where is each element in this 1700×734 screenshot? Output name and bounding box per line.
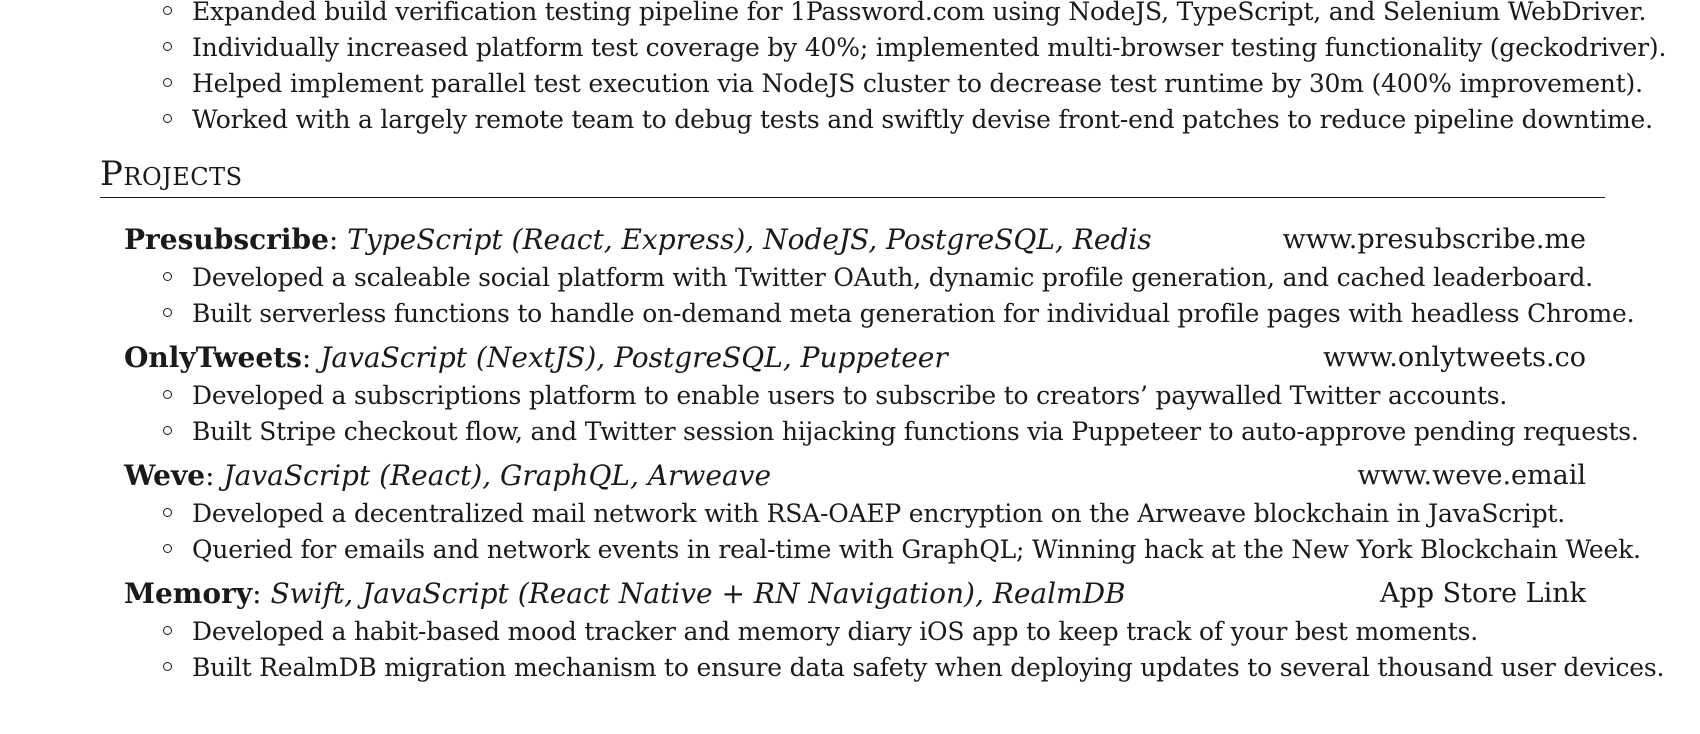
bullet-circle-icon (163, 78, 172, 87)
project-separator: : (252, 577, 271, 610)
project-bullet-text: Built Stripe checkout flow, and Twitter … (192, 417, 1639, 446)
bullet-circle-icon (163, 662, 172, 671)
project-separator: : (205, 459, 224, 492)
project-header: Presubscribe: TypeScript (React, Express… (0, 220, 1700, 260)
project-bullet: Built Stripe checkout flow, and Twitter … (0, 414, 1700, 450)
project-bullet-text: Developed a habit-based mood tracker and… (192, 617, 1479, 646)
project-heading: OnlyTweets: JavaScript (NextJS), Postgre… (124, 338, 948, 378)
project-heading: Memory: Swift, JavaScript (React Native … (124, 574, 1126, 614)
experience-bullet: Expanded build verification testing pipe… (0, 0, 1700, 30)
project-separator: : (301, 341, 321, 374)
experience-bullet: Worked with a largely remote team to deb… (0, 102, 1700, 138)
bullet-circle-icon (163, 6, 172, 15)
experience-bullet-text: Individually increased platform test cov… (192, 33, 1667, 62)
experience-bullet-list: Expanded build verification testing pipe… (0, 0, 1700, 138)
project-link[interactable]: www.weve.email (1357, 456, 1586, 496)
project-bullet: Developed a habit-based mood tracker and… (0, 614, 1700, 650)
project-heading: Presubscribe: TypeScript (React, Express… (124, 220, 1152, 260)
project-tech-stack: TypeScript (React, Express), NodeJS, Pos… (347, 223, 1152, 256)
bullet-circle-icon (163, 308, 172, 317)
project-tech-stack: JavaScript (NextJS), PostgreSQL, Puppete… (320, 341, 948, 374)
project-bullet-text: Built RealmDB migration mechanism to ens… (192, 653, 1665, 682)
experience-bullet-text: Worked with a largely remote team to deb… (192, 105, 1653, 134)
experience-bullet: Individually increased platform test cov… (0, 30, 1700, 66)
project-link[interactable]: www.onlytweets.co (1323, 338, 1586, 378)
bullet-circle-icon (163, 390, 172, 399)
project-separator: : (328, 223, 348, 256)
project-tech-stack: JavaScript (React), GraphQL, Arweave (223, 459, 772, 492)
project-bullet: Queried for emails and network events in… (0, 532, 1700, 568)
project-link[interactable]: www.presubscribe.me (1283, 220, 1586, 260)
project-entry-presubscribe: Presubscribe: TypeScript (React, Express… (0, 220, 1700, 332)
project-name: Presubscribe (124, 223, 329, 256)
project-name: Weve (124, 459, 206, 492)
project-bullet: Developed a subscriptions platform to en… (0, 378, 1700, 414)
bullet-circle-icon (163, 114, 172, 123)
project-bullet-list: Developed a subscriptions platform to en… (0, 378, 1700, 450)
bullet-circle-icon (163, 544, 172, 553)
project-header: OnlyTweets: JavaScript (NextJS), Postgre… (0, 338, 1700, 378)
project-bullet: Built RealmDB migration mechanism to ens… (0, 650, 1700, 686)
project-bullet: Developed a decentralized mail network w… (0, 496, 1700, 532)
project-entry-weve: Weve: JavaScript (React), GraphQL, Arwea… (0, 456, 1700, 568)
project-bullet-text: Built serverless functions to handle on-… (192, 299, 1635, 328)
project-link[interactable]: App Store Link (1380, 574, 1586, 614)
project-bullet-text: Developed a subscriptions platform to en… (192, 381, 1508, 410)
project-bullet-text: Developed a decentralized mail network w… (192, 499, 1565, 528)
section-divider (100, 197, 1605, 198)
bullet-circle-icon (163, 626, 172, 635)
project-header: Weve: JavaScript (React), GraphQL, Arwea… (0, 456, 1700, 496)
project-bullet-text: Developed a scaleable social platform wi… (192, 263, 1593, 292)
experience-bullet-text: Helped implement parallel test execution… (192, 69, 1643, 98)
project-bullet-list: Developed a habit-based mood tracker and… (0, 614, 1700, 686)
project-name: Memory (124, 577, 253, 610)
bullet-circle-icon (163, 272, 172, 281)
project-entry-memory: Memory: Swift, JavaScript (React Native … (0, 574, 1700, 686)
project-tech-stack: Swift, JavaScript (React Native + RN Nav… (270, 577, 1126, 610)
projects-section-title: Projects (100, 154, 243, 194)
resume-page: Expanded build verification testing pipe… (0, 0, 1700, 734)
project-bullet-list: Developed a scaleable social platform wi… (0, 260, 1700, 332)
project-bullet: Developed a scaleable social platform wi… (0, 260, 1700, 296)
project-heading: Weve: JavaScript (React), GraphQL, Arwea… (124, 456, 771, 496)
bullet-circle-icon (163, 508, 172, 517)
bullet-circle-icon (163, 42, 172, 51)
experience-bullet: Helped implement parallel test execution… (0, 66, 1700, 102)
project-bullet-text: Queried for emails and network events in… (192, 535, 1641, 564)
project-entry-onlytweets: OnlyTweets: JavaScript (NextJS), Postgre… (0, 338, 1700, 450)
experience-bullet-text: Expanded build verification testing pipe… (192, 0, 1647, 26)
project-header: Memory: Swift, JavaScript (React Native … (0, 574, 1700, 614)
bullet-circle-icon (163, 426, 172, 435)
project-bullet-list: Developed a decentralized mail network w… (0, 496, 1700, 568)
project-name: OnlyTweets (124, 341, 302, 374)
project-bullet: Built serverless functions to handle on-… (0, 296, 1700, 332)
